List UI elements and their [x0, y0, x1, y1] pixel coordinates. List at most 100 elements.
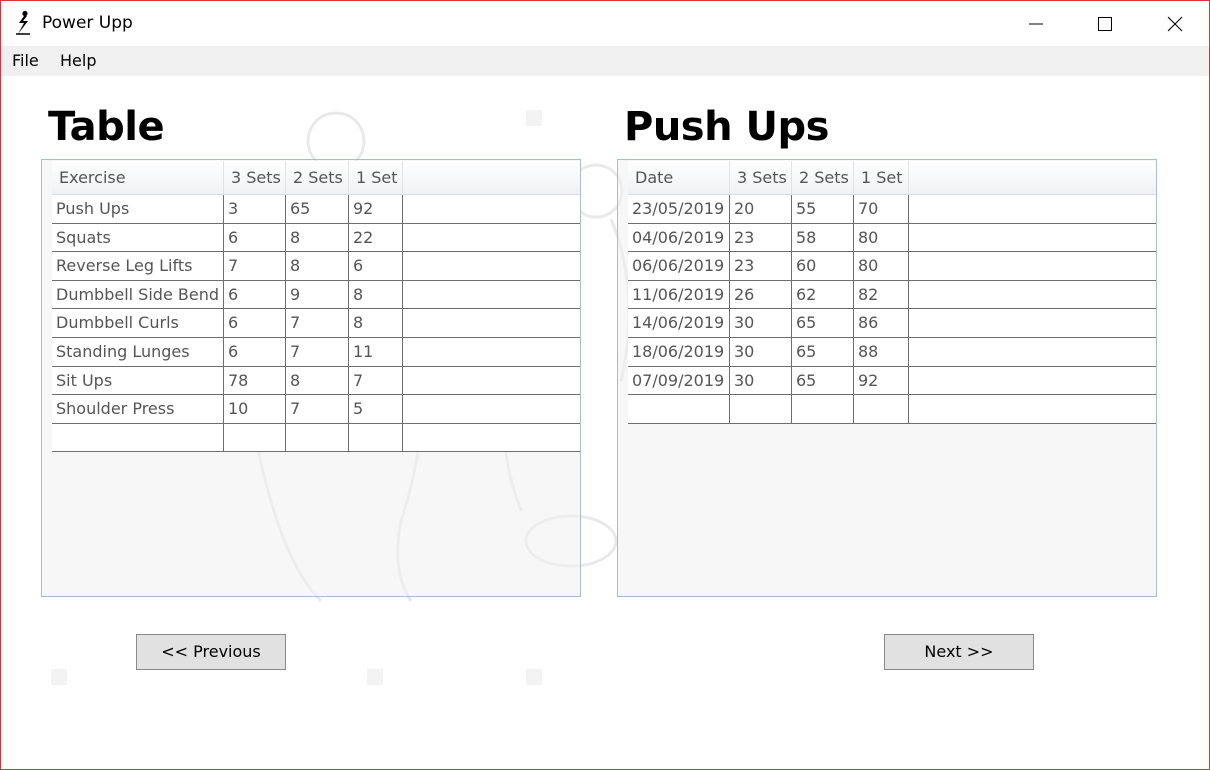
table-cell[interactable]: 07/09/2019: [628, 366, 730, 395]
column-header-3-sets[interactable]: 3 Sets: [730, 161, 792, 195]
table-cell[interactable]: 92: [349, 195, 403, 223]
table-cell[interactable]: Squats: [52, 223, 224, 252]
column-header-2-sets[interactable]: 2 Sets: [286, 161, 349, 195]
table-row[interactable]: Sit Ups 78 8 7: [52, 366, 580, 396]
table-cell[interactable]: 22: [349, 223, 403, 252]
table-row[interactable]: Dumbbell Curls 6 7 8: [52, 309, 580, 338]
table-cell[interactable]: 30: [730, 366, 792, 395]
table-cell[interactable]: 65: [286, 195, 349, 223]
table-cell[interactable]: 6: [224, 223, 286, 252]
table-cell[interactable]: 23/05/2019: [628, 195, 730, 223]
table-cell[interactable]: Sit Ups: [52, 366, 224, 395]
table-cell[interactable]: [730, 395, 792, 423]
table-cell[interactable]: [628, 395, 730, 423]
table-cell[interactable]: 62: [792, 280, 854, 309]
table-cell[interactable]: 80: [854, 252, 909, 280]
table-row[interactable]: 11/06/2019 26 62 82: [628, 280, 1156, 310]
maximize-button[interactable]: [1082, 1, 1128, 46]
table-cell[interactable]: 65: [792, 366, 854, 395]
table-cell[interactable]: 10: [224, 395, 286, 423]
table-cell[interactable]: Standing Lunges: [52, 337, 224, 366]
table-cell[interactable]: 55: [792, 195, 854, 223]
table-cell[interactable]: Shoulder Press: [52, 395, 224, 423]
table-cell[interactable]: 6: [224, 280, 286, 309]
table-cell[interactable]: 8: [286, 252, 349, 280]
table-row[interactable]: 18/06/2019 30 65 88: [628, 337, 1156, 367]
table-cell[interactable]: 20: [730, 195, 792, 223]
table-cell[interactable]: 80: [854, 223, 909, 252]
table-row[interactable]: 04/06/2019 23 58 80: [628, 223, 1156, 253]
table-cell[interactable]: 8: [349, 280, 403, 309]
menu-file[interactable]: File: [12, 51, 39, 70]
table-cell[interactable]: 65: [792, 337, 854, 366]
table-cell[interactable]: 78: [224, 366, 286, 395]
table-cell[interactable]: 11: [349, 337, 403, 366]
column-header-exercise[interactable]: Exercise: [52, 161, 224, 195]
table-row[interactable]: [52, 423, 580, 453]
table-row[interactable]: Standing Lunges 6 7 11: [52, 337, 580, 367]
table-cell[interactable]: 70: [854, 195, 909, 223]
table-row[interactable]: Reverse Leg Lifts 7 8 6: [52, 252, 580, 281]
table-cell[interactable]: [52, 423, 224, 452]
table-row[interactable]: 07/09/2019 30 65 92: [628, 366, 1156, 396]
menu-help[interactable]: Help: [60, 51, 96, 70]
table-cell[interactable]: 06/06/2019: [628, 252, 730, 280]
table-cell[interactable]: [792, 395, 854, 423]
table-cell[interactable]: Dumbbell Curls: [52, 309, 224, 337]
table-row[interactable]: Dumbbell Side Bend 6 9 8: [52, 280, 580, 310]
table-cell[interactable]: 6: [349, 252, 403, 280]
column-header-date[interactable]: Date: [628, 161, 730, 195]
table-cell[interactable]: [224, 423, 286, 452]
table-cell[interactable]: 8: [286, 366, 349, 395]
table-cell[interactable]: 6: [224, 337, 286, 366]
table-row[interactable]: Shoulder Press 10 7 5: [52, 395, 580, 424]
table-cell[interactable]: 30: [730, 309, 792, 337]
table-cell[interactable]: 04/06/2019: [628, 223, 730, 252]
table-cell[interactable]: 60: [792, 252, 854, 280]
table-cell[interactable]: [286, 423, 349, 452]
push-ups-table[interactable]: Date 3 Sets 2 Sets 1 Set 23/05/2019 20 55 7…: [617, 159, 1157, 597]
table-cell[interactable]: [349, 423, 403, 452]
table-cell[interactable]: 18/06/2019: [628, 337, 730, 366]
table-cell[interactable]: 30: [730, 337, 792, 366]
title-bar[interactable]: Power Upp: [1, 1, 1209, 46]
table-cell[interactable]: 65: [792, 309, 854, 337]
column-header-1-set[interactable]: 1 Set: [854, 161, 909, 195]
table-row[interactable]: 23/05/2019 20 55 70: [628, 195, 1156, 224]
table-cell[interactable]: 7: [349, 366, 403, 395]
table-cell[interactable]: Dumbbell Side Bend: [52, 280, 224, 309]
table-cell[interactable]: Reverse Leg Lifts: [52, 252, 224, 280]
table-row[interactable]: [628, 395, 1156, 424]
table-cell[interactable]: Push Ups: [52, 195, 224, 223]
exercise-table[interactable]: Exercise 3 Sets 2 Sets 1 Set Push Ups 3 65…: [41, 159, 581, 597]
table-row[interactable]: 06/06/2019 23 60 80: [628, 252, 1156, 281]
next-button[interactable]: Next >>: [884, 634, 1034, 670]
table-cell[interactable]: 7: [224, 252, 286, 280]
close-button[interactable]: [1152, 1, 1198, 46]
table-cell[interactable]: 3: [224, 195, 286, 223]
table-cell[interactable]: 26: [730, 280, 792, 309]
table-cell[interactable]: 8: [349, 309, 403, 337]
table-cell[interactable]: 7: [286, 309, 349, 337]
table-cell[interactable]: 92: [854, 366, 909, 395]
table-cell[interactable]: [854, 395, 909, 423]
table-cell[interactable]: 6: [224, 309, 286, 337]
minimize-button[interactable]: [1013, 1, 1059, 46]
column-header-1-set[interactable]: 1 Set: [349, 161, 403, 195]
table-cell[interactable]: 86: [854, 309, 909, 337]
table-cell[interactable]: 23: [730, 223, 792, 252]
table-cell[interactable]: 7: [286, 395, 349, 423]
column-header-2-sets[interactable]: 2 Sets: [792, 161, 854, 195]
table-row[interactable]: 14/06/2019 30 65 86: [628, 309, 1156, 338]
previous-button[interactable]: << Previous: [136, 634, 286, 670]
table-cell[interactable]: 9: [286, 280, 349, 309]
table-cell[interactable]: 8: [286, 223, 349, 252]
table-cell[interactable]: 23: [730, 252, 792, 280]
table-cell[interactable]: 82: [854, 280, 909, 309]
table-row[interactable]: Squats 6 8 22: [52, 223, 580, 253]
table-cell[interactable]: 14/06/2019: [628, 309, 730, 337]
column-header-3-sets[interactable]: 3 Sets: [224, 161, 286, 195]
table-cell[interactable]: 5: [349, 395, 403, 423]
table-cell[interactable]: 7: [286, 337, 349, 366]
table-cell[interactable]: 58: [792, 223, 854, 252]
